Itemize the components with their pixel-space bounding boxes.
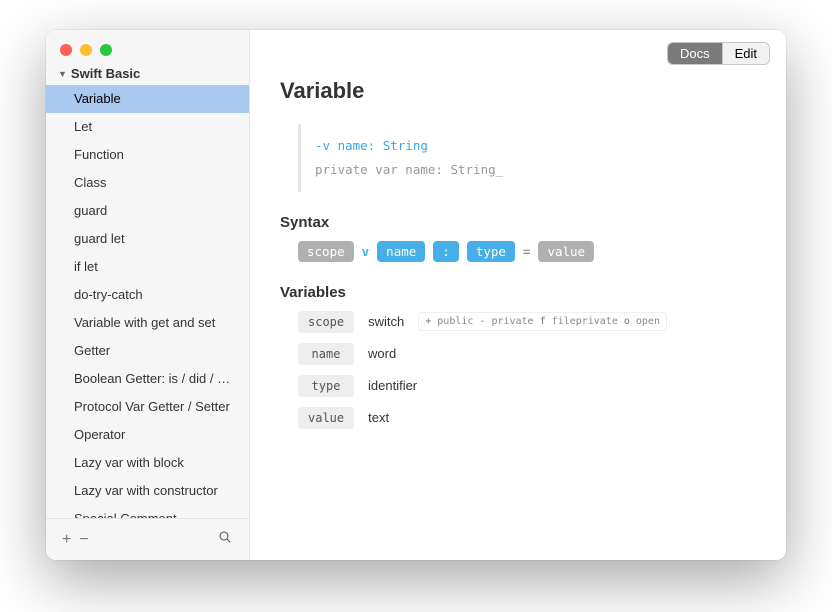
sidebar-item[interactable]: guard bbox=[46, 197, 249, 225]
zoom-icon[interactable] bbox=[100, 44, 112, 56]
docs-tab[interactable]: Docs bbox=[668, 43, 722, 64]
sidebar-footer bbox=[46, 518, 249, 560]
sidebar-item[interactable]: Special Comment bbox=[46, 505, 249, 518]
variable-row: name word bbox=[298, 343, 756, 365]
search-icon[interactable] bbox=[213, 527, 237, 552]
window-controls bbox=[46, 30, 249, 66]
syntax-heading: Syntax bbox=[280, 214, 756, 231]
variables-list: scope switch +public-privateffileprivateoo… bbox=[298, 311, 756, 429]
variable-row: type identifier bbox=[298, 375, 756, 397]
sidebar-folder[interactable]: ▼ Swift Basic bbox=[46, 66, 249, 85]
variable-name-chip: value bbox=[298, 407, 354, 429]
syntax-token-name: name bbox=[377, 241, 425, 262]
syntax-token-scope: scope bbox=[298, 241, 354, 262]
variable-desc: text bbox=[368, 410, 389, 425]
sidebar-item[interactable]: Class bbox=[46, 169, 249, 197]
sidebar-item[interactable]: Boolean Getter: is / did / ha... bbox=[46, 365, 249, 393]
variable-name-chip: scope bbox=[298, 311, 354, 333]
variable-row: scope switch +public-privateffileprivateoo… bbox=[298, 311, 756, 333]
sidebar: ▼ Swift Basic VariableLetFunctionClassgu… bbox=[46, 30, 250, 560]
variables-heading: Variables bbox=[280, 284, 756, 301]
syntax-token-eq: = bbox=[523, 244, 531, 259]
sidebar-folder-label: Swift Basic bbox=[71, 66, 140, 81]
variable-name-chip: name bbox=[298, 343, 354, 365]
remove-icon[interactable] bbox=[75, 529, 92, 551]
mode-segmented-control[interactable]: Docs Edit bbox=[667, 42, 770, 65]
sidebar-item[interactable]: Function bbox=[46, 141, 249, 169]
variable-desc: switch bbox=[368, 314, 404, 329]
edit-tab[interactable]: Edit bbox=[722, 43, 769, 64]
variable-name-chip: type bbox=[298, 375, 354, 397]
syntax-token-colon: : bbox=[433, 241, 459, 262]
sidebar-item[interactable]: guard let bbox=[46, 225, 249, 253]
sidebar-list: VariableLetFunctionClassguardguard letif… bbox=[46, 85, 249, 518]
sidebar-item[interactable]: Variable with get and set bbox=[46, 309, 249, 337]
code-trigger-line: -v name: String bbox=[315, 134, 742, 158]
variable-desc: word bbox=[368, 346, 396, 361]
disclosure-triangle-icon[interactable]: ▼ bbox=[58, 69, 67, 79]
sidebar-item[interactable]: Getter bbox=[46, 337, 249, 365]
sidebar-item[interactable]: Lazy var with block bbox=[46, 449, 249, 477]
close-icon[interactable] bbox=[60, 44, 72, 56]
sidebar-item[interactable]: Variable bbox=[46, 85, 249, 113]
syntax-row: scope v name : type = value bbox=[298, 241, 756, 262]
syntax-token-v: v bbox=[362, 244, 370, 259]
sidebar-item[interactable]: Lazy var with constructor bbox=[46, 477, 249, 505]
variable-desc: identifier bbox=[368, 378, 417, 393]
code-expansion-line: private var name: String bbox=[315, 158, 742, 182]
sidebar-item[interactable]: Let bbox=[46, 113, 249, 141]
sidebar-item[interactable]: Operator bbox=[46, 421, 249, 449]
page-title: Variable bbox=[280, 78, 756, 104]
variable-switch-options: +public-privateffileprivateoopen bbox=[418, 312, 667, 331]
add-icon[interactable] bbox=[58, 529, 75, 551]
sidebar-item[interactable]: if let bbox=[46, 253, 249, 281]
syntax-token-value: value bbox=[538, 241, 594, 262]
minimize-icon[interactable] bbox=[80, 44, 92, 56]
main-content: Docs Edit Variable -v name: String priva… bbox=[250, 30, 786, 560]
variable-row: value text bbox=[298, 407, 756, 429]
code-example: -v name: String private var name: String bbox=[298, 124, 756, 192]
sidebar-item[interactable]: Protocol Var Getter / Setter bbox=[46, 393, 249, 421]
app-window: ▼ Swift Basic VariableLetFunctionClassgu… bbox=[46, 30, 786, 560]
sidebar-item[interactable]: do-try-catch bbox=[46, 281, 249, 309]
syntax-token-type: type bbox=[467, 241, 515, 262]
